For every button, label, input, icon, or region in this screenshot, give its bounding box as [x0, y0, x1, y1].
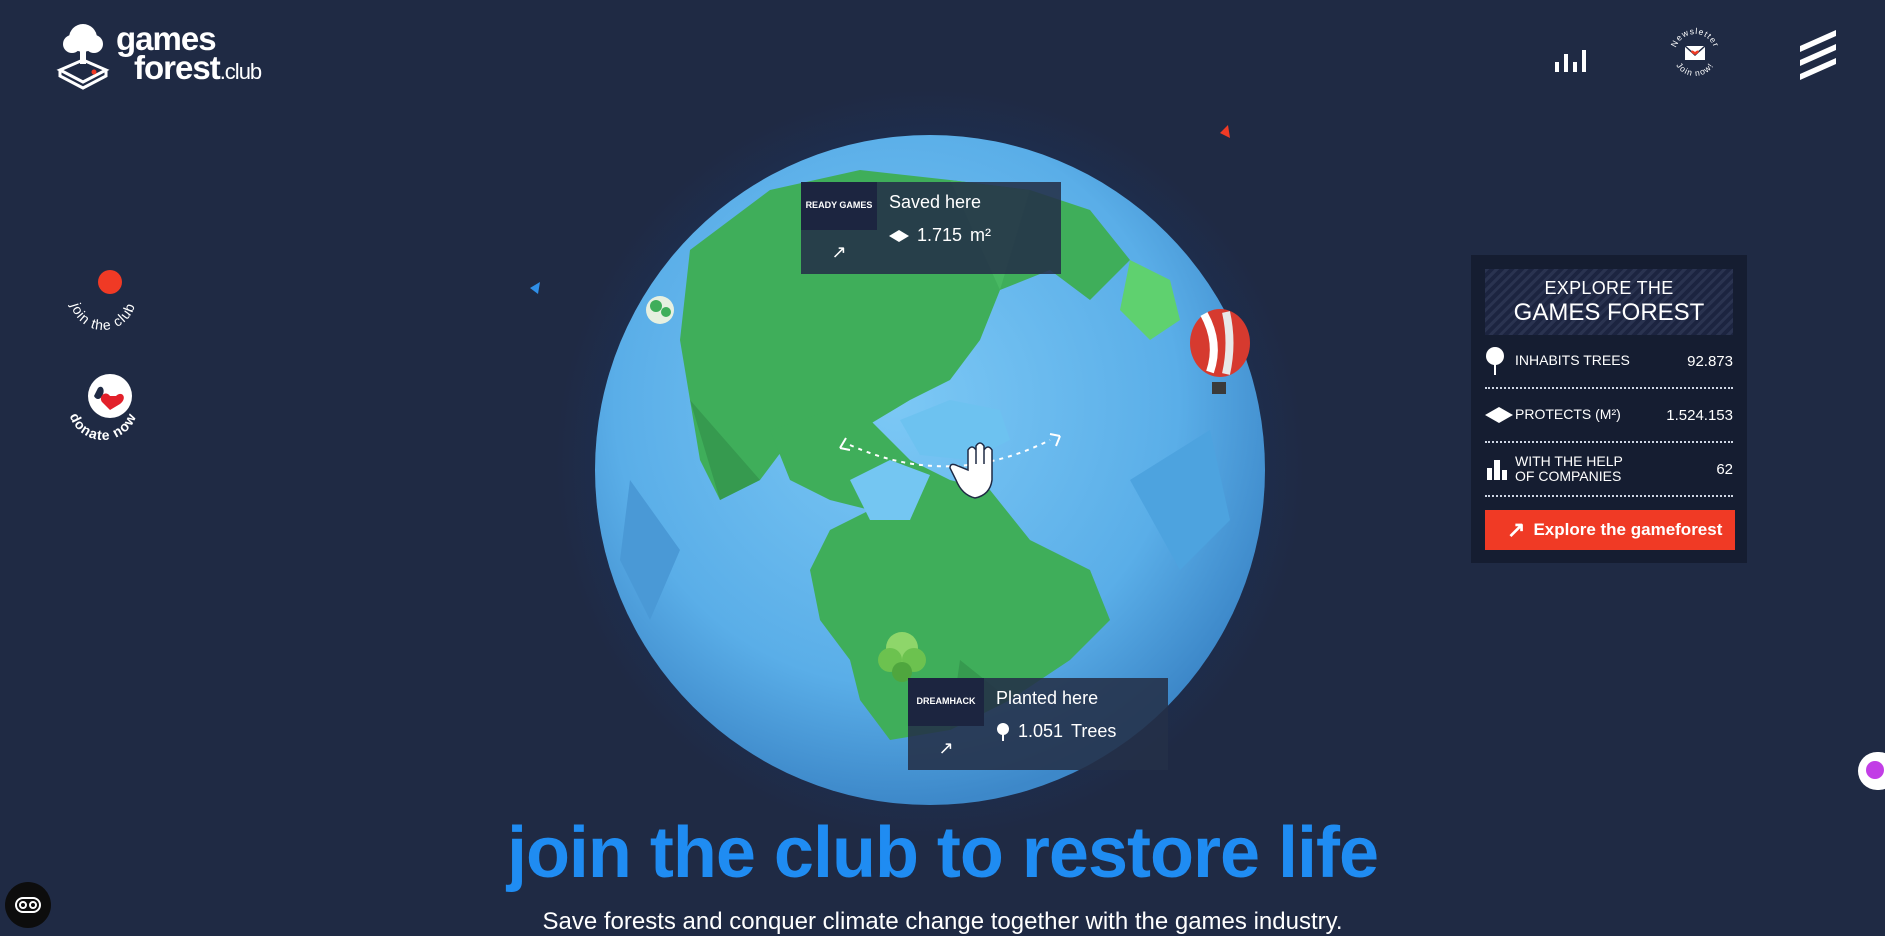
- accessibility-toggle-icon: [15, 897, 41, 913]
- svg-text:Newsletter: Newsletter: [1669, 26, 1722, 49]
- hero-subtitle: Save forests and conquer climate change …: [542, 908, 1343, 935]
- saved-here-tooltip[interactable]: READY GAMES ↗ Saved here 1.715 m²: [801, 182, 1061, 274]
- dreamhack-logo: DREAMHACK: [908, 678, 984, 726]
- area-icon: [889, 229, 909, 242]
- ready-games-logo: READY GAMES: [801, 182, 877, 230]
- stat-label-trees: INHABITS TREES: [1515, 352, 1630, 369]
- explore-heading-line2: GAMES FOREST: [1513, 298, 1705, 326]
- stat-value-trees: 92.873: [1687, 352, 1733, 370]
- tree-icon: [1486, 347, 1504, 375]
- donate-now-badge[interactable]: donate now: [58, 360, 148, 450]
- external-arrow-icon[interactable]: ↗: [908, 726, 984, 770]
- stat-label-companies-line2: OF COMPANIES: [1515, 468, 1622, 484]
- floating-widget-button[interactable]: [1858, 752, 1885, 790]
- newsletter-badge[interactable]: Newsletter Join now!: [1665, 24, 1725, 84]
- logo-word-forest: forest: [134, 49, 221, 87]
- svg-text:Join now!: Join now!: [1674, 61, 1715, 79]
- planted-trees-value: 1.051: [1018, 721, 1064, 741]
- planted-here-title: Planted here: [996, 688, 1099, 708]
- stat-value-area: 1.524.153: [1666, 406, 1733, 424]
- explore-card-heading: EXPLORE THE GAMES FOREST: [1485, 269, 1733, 335]
- area-icon: [1485, 407, 1513, 423]
- record-dot-icon: [98, 270, 122, 294]
- saved-here-title: Saved here: [889, 192, 982, 212]
- explore-games-forest-card: EXPLORE THE GAMES FOREST INHABITS TREES …: [1471, 255, 1747, 563]
- stat-row-companies: WITH THE HELP OF COMPANIES 62: [1485, 443, 1733, 497]
- join-the-club-text: join the club: [68, 300, 137, 333]
- stat-row-area: PROTECTS (M²) 1.524.153: [1485, 389, 1733, 443]
- stat-row-trees: INHABITS TREES 92.873: [1485, 335, 1733, 389]
- logo-suffix: .club: [219, 59, 262, 85]
- newsletter-badge-bottom-text: Join now!: [1674, 61, 1714, 79]
- bar-chart-icon[interactable]: [1553, 44, 1593, 74]
- tree-joystick-logo-icon: [56, 24, 110, 90]
- explore-gameforest-button[interactable]: ↗ Explore the gameforest: [1485, 510, 1735, 550]
- external-arrow-icon: ↗: [1507, 517, 1526, 542]
- svg-text:join the club: join the club: [68, 300, 138, 333]
- newsletter-badge-top-text: Newsletter: [1669, 26, 1721, 49]
- explore-button-label: Explore the gameforest: [1533, 520, 1723, 539]
- stat-label-companies: WITH THE HELP OF COMPANIES: [1515, 452, 1716, 485]
- saved-area-unit: m²: [970, 225, 992, 245]
- planted-here-tooltip[interactable]: DREAMHACK ↗ Planted here 1.051 Trees: [908, 678, 1168, 770]
- brain-icon: [1866, 761, 1884, 779]
- tree-icon: [997, 722, 1009, 741]
- hero-title: join the club to restore life: [506, 813, 1379, 893]
- saved-area-value: 1.715: [917, 225, 963, 245]
- explore-heading-line1: EXPLORE THE: [1544, 277, 1674, 298]
- stat-value-companies: 62: [1716, 460, 1733, 478]
- accessibility-button[interactable]: [5, 882, 51, 928]
- site-logo[interactable]: games forest.club: [56, 20, 262, 90]
- external-arrow-icon[interactable]: ↗: [801, 230, 877, 274]
- hamburger-menu-icon[interactable]: [1796, 28, 1840, 84]
- stat-label-companies-line1: WITH THE HELP: [1515, 452, 1623, 469]
- companies-icon: [1487, 460, 1507, 480]
- join-the-club-badge[interactable]: join the club: [58, 252, 148, 342]
- tree-cluster-icon: [646, 296, 674, 324]
- stat-label-area: PROTECTS (M²): [1515, 406, 1621, 423]
- planted-trees-unit: Trees: [1071, 721, 1117, 741]
